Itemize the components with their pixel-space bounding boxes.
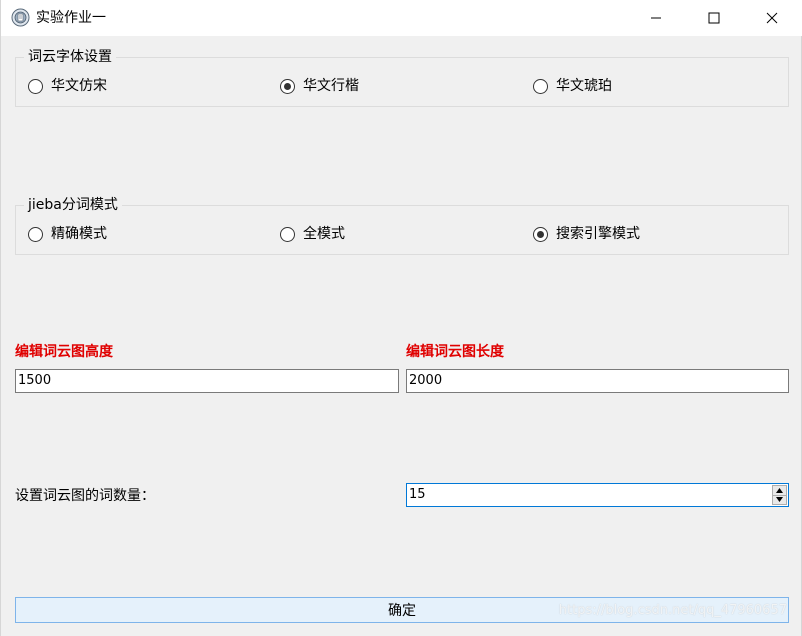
word-count-label: 设置词云图的词数量： [15, 488, 155, 504]
radio-label: 华文仿宋 [51, 78, 107, 94]
main-window: 实验作业一 词云字体设置 华文仿宋 华文行楷 华文琥珀 jieba分词模式 精确… [0, 0, 802, 636]
radio-mode-search[interactable]: 搜索引擎模式 [533, 224, 640, 244]
radio-font-hupo[interactable]: 华文琥珀 [533, 76, 612, 96]
font-settings-group: 词云字体设置 华文仿宋 华文行楷 华文琥珀 [15, 48, 789, 107]
close-icon [766, 12, 778, 24]
jieba-mode-group: jieba分词模式 精确模式 全模式 搜索引擎模式 [15, 196, 789, 255]
radio-label: 搜索引擎模式 [556, 226, 640, 242]
radio-circle-checked [533, 226, 548, 242]
maximize-button[interactable] [685, 0, 743, 36]
spin-arrows [772, 485, 787, 505]
radio-mode-precise[interactable]: 精确模式 [28, 224, 107, 244]
radio-label: 全模式 [303, 226, 345, 242]
window-title: 实验作业一 [36, 10, 106, 26]
maximize-icon [708, 12, 720, 24]
jieba-mode-title: jieba分词模式 [24, 196, 122, 214]
height-input[interactable]: 1500 [15, 369, 399, 393]
width-input[interactable]: 2000 [406, 369, 789, 393]
radio-font-xingkai[interactable]: 华文行楷 [280, 76, 359, 96]
minimize-button[interactable] [627, 0, 685, 36]
radio-label: 精确模式 [51, 226, 107, 242]
radio-mode-full[interactable]: 全模式 [280, 224, 345, 244]
word-count-value[interactable]: 15 [409, 484, 426, 506]
width-label: 编辑词云图长度 [406, 344, 504, 360]
spin-down-button[interactable] [772, 495, 787, 505]
radio-label: 华文琥珀 [556, 78, 612, 94]
close-button[interactable] [743, 0, 801, 36]
arrow-down-icon [776, 497, 783, 503]
font-settings-title: 词云字体设置 [24, 48, 116, 66]
confirm-button-label: 确定 [388, 603, 416, 619]
height-label: 编辑词云图高度 [15, 344, 113, 360]
radio-circle [28, 226, 43, 242]
radio-circle [28, 78, 43, 94]
word-count-spinbox[interactable]: 15 [406, 483, 789, 507]
arrow-up-icon [776, 487, 783, 493]
title-bar[interactable]: 实验作业一 [1, 0, 802, 36]
radio-circle [533, 78, 548, 94]
radio-label: 华文行楷 [303, 78, 359, 94]
minimize-icon [651, 17, 661, 19]
confirm-button[interactable]: 确定 [15, 597, 789, 623]
radio-circle [280, 226, 295, 242]
app-icon [11, 8, 30, 27]
radio-font-fangsong[interactable]: 华文仿宋 [28, 76, 107, 96]
spin-up-button[interactable] [772, 485, 787, 496]
radio-circle-checked [280, 78, 295, 94]
